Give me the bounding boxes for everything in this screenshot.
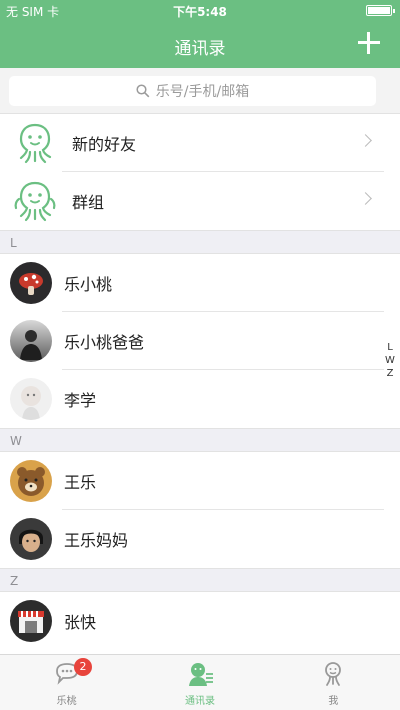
group-icon bbox=[10, 176, 60, 226]
status-time: 下午5:48 bbox=[173, 5, 227, 19]
contact-row[interactable]: 王乐妈妈 bbox=[0, 510, 400, 568]
contact-name: 王乐妈妈 bbox=[64, 531, 129, 550]
search-icon bbox=[136, 84, 150, 98]
tab-bar: 2 乐桃 通讯录 我 bbox=[0, 654, 400, 710]
status-bar: 无 SIM 卡 ︎ 下午5:48 bbox=[0, 0, 400, 20]
avatar bbox=[10, 378, 52, 420]
contact-name: 李学 bbox=[64, 391, 97, 410]
tab-label: 乐桃 bbox=[56, 696, 77, 707]
groups-label: 群组 bbox=[72, 193, 105, 212]
app: 无 SIM 卡 ︎ 下午5:48 通讯录 乐号/手机/邮箱 新的好友 群组 L … bbox=[0, 0, 400, 710]
section-header-w: W bbox=[0, 428, 400, 452]
avatar bbox=[10, 600, 52, 642]
chevron-right-icon bbox=[359, 134, 372, 147]
avatar bbox=[10, 460, 52, 502]
alphabet-index[interactable]: L W Z bbox=[384, 341, 396, 380]
profile-icon bbox=[325, 662, 342, 686]
battery-icon bbox=[366, 5, 395, 16]
contacts-icon bbox=[188, 663, 213, 686]
groups-item[interactable]: 群组 bbox=[0, 172, 400, 230]
chevron-right-icon bbox=[359, 192, 372, 205]
tab-me[interactable]: 我 bbox=[267, 655, 400, 710]
contact-row[interactable]: 李学 bbox=[0, 370, 400, 428]
contact-row[interactable]: 张快 bbox=[0, 592, 400, 650]
contact-name: 张快 bbox=[64, 613, 97, 632]
contact-name: 乐小桃爸爸 bbox=[64, 333, 145, 352]
avatar bbox=[10, 262, 52, 304]
avatar bbox=[10, 518, 52, 560]
contact-name: 王乐 bbox=[64, 473, 97, 492]
tab-contacts[interactable]: 通讯录 bbox=[133, 655, 266, 710]
search-area: 乐号/手机/邮箱 bbox=[0, 68, 400, 114]
tab-letao[interactable]: 2 乐桃 bbox=[0, 655, 133, 710]
navigation-header: 无 SIM 卡 ︎ 下午5:48 通讯录 bbox=[0, 0, 400, 68]
index-letter[interactable]: W bbox=[384, 354, 396, 367]
section-header-z: Z bbox=[0, 568, 400, 592]
add-contact-button[interactable] bbox=[356, 30, 382, 56]
tab-label: 我 bbox=[328, 696, 339, 707]
tab-label: 通讯录 bbox=[184, 696, 215, 707]
unread-badge: 2 bbox=[74, 658, 92, 676]
new-friends-label: 新的好友 bbox=[72, 135, 137, 154]
avatar bbox=[10, 320, 52, 362]
page-title: 通讯录 bbox=[174, 39, 226, 59]
contact-row[interactable]: 王乐 bbox=[0, 452, 400, 510]
new-friend-icon bbox=[10, 118, 60, 168]
index-letter[interactable]: Z bbox=[384, 367, 396, 380]
contact-row[interactable]: 乐小桃 bbox=[0, 254, 400, 312]
search-placeholder: 乐号/手机/邮箱 bbox=[155, 84, 250, 100]
contact-row[interactable]: 乐小桃爸爸 bbox=[0, 312, 400, 370]
index-letter[interactable]: L bbox=[384, 341, 396, 354]
search-input[interactable]: 乐号/手机/邮箱 bbox=[9, 76, 376, 106]
section-header-l: L bbox=[0, 230, 400, 254]
new-friends-item[interactable]: 新的好友 bbox=[0, 114, 400, 172]
contact-name: 乐小桃 bbox=[64, 275, 113, 294]
